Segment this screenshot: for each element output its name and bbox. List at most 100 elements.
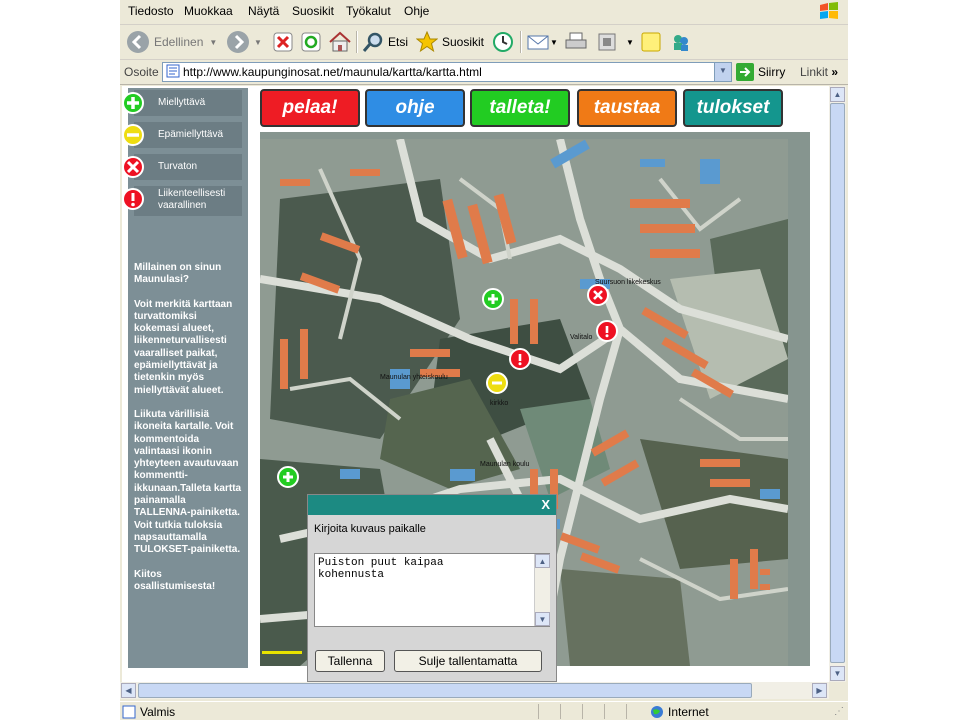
- chevron-down-icon[interactable]: ▼: [550, 38, 558, 47]
- exclamation-icon[interactable]: [596, 320, 618, 342]
- instructions-para: Liikuta värillisiä ikoneita kartalle. Vo…: [134, 408, 242, 556]
- menu-bar: Tiedosto Muokkaa Näytä Suosikit Työkalut…: [120, 0, 848, 25]
- links-text: Linkit: [800, 65, 829, 79]
- map-label-shopping-centre: Suursuon liikekeskus: [595, 279, 661, 286]
- back-label: Edellinen: [154, 35, 204, 49]
- toolbar-separator: [520, 31, 522, 53]
- edit-button[interactable]: ▼: [596, 29, 634, 55]
- menu-tools[interactable]: Työkalut: [346, 4, 391, 18]
- exclamation-icon[interactable]: [509, 348, 531, 370]
- refresh-icon: [301, 32, 321, 52]
- page-icon: [122, 705, 136, 719]
- instructions-para: Voit merkitä karttaan turvattomiksi koke…: [134, 298, 233, 396]
- search-icon: [362, 32, 383, 52]
- go-arrow-icon: [736, 63, 754, 81]
- star-icon: [416, 31, 438, 53]
- forward-button[interactable]: ▼: [226, 29, 262, 55]
- windows-logo-icon: [820, 2, 838, 19]
- mail-icon: [527, 35, 549, 50]
- legend-label: Miellyttävä: [158, 97, 206, 108]
- menu-view[interactable]: Näytä: [248, 4, 279, 18]
- save-button[interactable]: Tallenna: [315, 650, 385, 672]
- map-label-maunula-school: Maunulan koulu: [480, 461, 530, 468]
- vertical-scroll-thumb[interactable]: [830, 103, 845, 663]
- tab-pelaa[interactable]: pelaa!: [260, 89, 360, 127]
- status-text: Valmis: [140, 705, 176, 719]
- chevron-down-icon: ▼: [719, 66, 727, 75]
- legend-item-unpleasant[interactable]: Epämiellyttävä: [122, 122, 242, 148]
- favorites-button[interactable]: Suosikit: [416, 29, 484, 55]
- x-icon[interactable]: [122, 156, 144, 178]
- minus-icon[interactable]: [122, 124, 144, 146]
- legend-item-traffic-danger[interactable]: Liikenteellisesti vaarallinen: [122, 186, 242, 216]
- go-label: Siirry: [758, 65, 786, 79]
- search-label: Etsi: [388, 35, 409, 49]
- map-label-church: kirkko: [490, 400, 508, 407]
- menu-favorites[interactable]: Suosikit: [292, 4, 334, 18]
- history-button[interactable]: [492, 29, 514, 55]
- legend-label: Liikenteellisesti vaarallinen: [158, 188, 226, 211]
- resize-grip-icon[interactable]: ⋰: [834, 706, 844, 717]
- horizontal-scrollbar[interactable]: ◀ ▶: [120, 682, 829, 699]
- go-button[interactable]: Siirry: [736, 62, 785, 82]
- status-divider: [538, 704, 539, 719]
- dialog-close-button[interactable]: X: [541, 497, 550, 512]
- map-scale-bar: [262, 651, 302, 654]
- description-textarea[interactable]: Puiston puut kaipaa kohennusta: [314, 553, 550, 627]
- tab-talleta[interactable]: talleta!: [470, 89, 570, 127]
- scroll-down-icon[interactable]: ▼: [830, 666, 845, 681]
- textarea-scrollbar[interactable]: ▲ ▼: [534, 554, 550, 626]
- back-button[interactable]: Edellinen ▼: [126, 29, 217, 55]
- refresh-button[interactable]: [300, 29, 322, 55]
- scroll-down-icon[interactable]: ▼: [535, 612, 550, 626]
- menu-file[interactable]: Tiedosto: [128, 4, 174, 18]
- mail-button[interactable]: ▼: [526, 29, 558, 55]
- plus-icon[interactable]: [277, 466, 299, 488]
- stop-icon: [273, 32, 293, 52]
- chevron-down-icon[interactable]: ▼: [209, 38, 217, 47]
- status-divider: [560, 704, 561, 719]
- stop-button[interactable]: [272, 29, 294, 55]
- home-button[interactable]: [328, 29, 352, 55]
- instructions-thanks: Kiitos osallistumisesta!: [134, 568, 216, 592]
- address-bar: Osoite http://www.kaupunginosat.net/maun…: [120, 60, 848, 85]
- links-label[interactable]: Linkit »: [800, 65, 838, 79]
- history-icon: [493, 32, 513, 52]
- scroll-up-icon[interactable]: ▲: [535, 554, 550, 568]
- address-input[interactable]: http://www.kaupunginosat.net/maunula/kar…: [162, 62, 732, 82]
- instructions: Millainen on sinun Maunulasi? Voit merki…: [134, 262, 242, 605]
- comment-dialog: X Kirjoita kuvaus paikalle Puiston puut …: [307, 494, 557, 682]
- map-label-valitalo: Valitalo: [570, 334, 593, 341]
- menu-help[interactable]: Ohje: [404, 4, 429, 18]
- minus-icon[interactable]: [486, 372, 508, 394]
- messenger-button[interactable]: [670, 29, 692, 55]
- tab-taustaa[interactable]: taustaa: [577, 89, 677, 127]
- status-bar: Valmis Internet ⋰: [120, 701, 848, 720]
- x-icon[interactable]: [587, 284, 609, 306]
- address-url: http://www.kaupunginosat.net/maunula/kar…: [183, 65, 482, 79]
- scroll-up-icon[interactable]: ▲: [830, 87, 845, 102]
- search-button[interactable]: Etsi: [362, 29, 408, 55]
- instructions-question: Millainen on sinun Maunulasi?: [134, 262, 222, 286]
- print-button[interactable]: [564, 29, 588, 55]
- scroll-right-icon[interactable]: ▶: [812, 683, 827, 698]
- legend-label: Epämiellyttävä: [158, 129, 224, 140]
- address-dropdown-button[interactable]: ▼: [714, 63, 731, 81]
- tab-tulokset[interactable]: tulokset: [683, 89, 783, 127]
- discuss-button[interactable]: [640, 29, 662, 55]
- chevron-down-icon[interactable]: ▼: [254, 38, 262, 47]
- menu-edit[interactable]: Muokkaa: [184, 4, 233, 18]
- printer-icon: [565, 32, 587, 49]
- legend-item-unsafe[interactable]: Turvaton: [122, 154, 242, 180]
- plus-icon[interactable]: [122, 92, 144, 114]
- horizontal-scroll-thumb[interactable]: [138, 683, 752, 698]
- legend-item-pleasant[interactable]: Miellyttävä: [122, 90, 242, 116]
- tab-ohje[interactable]: ohje: [365, 89, 465, 127]
- page-content: Miellyttävä Epämiellyttävä Turvaton Liik…: [122, 86, 829, 682]
- exclamation-icon[interactable]: [122, 188, 144, 210]
- scroll-left-icon[interactable]: ◀: [121, 683, 136, 698]
- vertical-scrollbar[interactable]: ▲ ▼: [829, 86, 846, 682]
- close-without-saving-button[interactable]: Sulje tallentamatta: [394, 650, 542, 672]
- plus-icon[interactable]: [482, 288, 504, 310]
- chevron-down-icon[interactable]: ▼: [626, 38, 634, 47]
